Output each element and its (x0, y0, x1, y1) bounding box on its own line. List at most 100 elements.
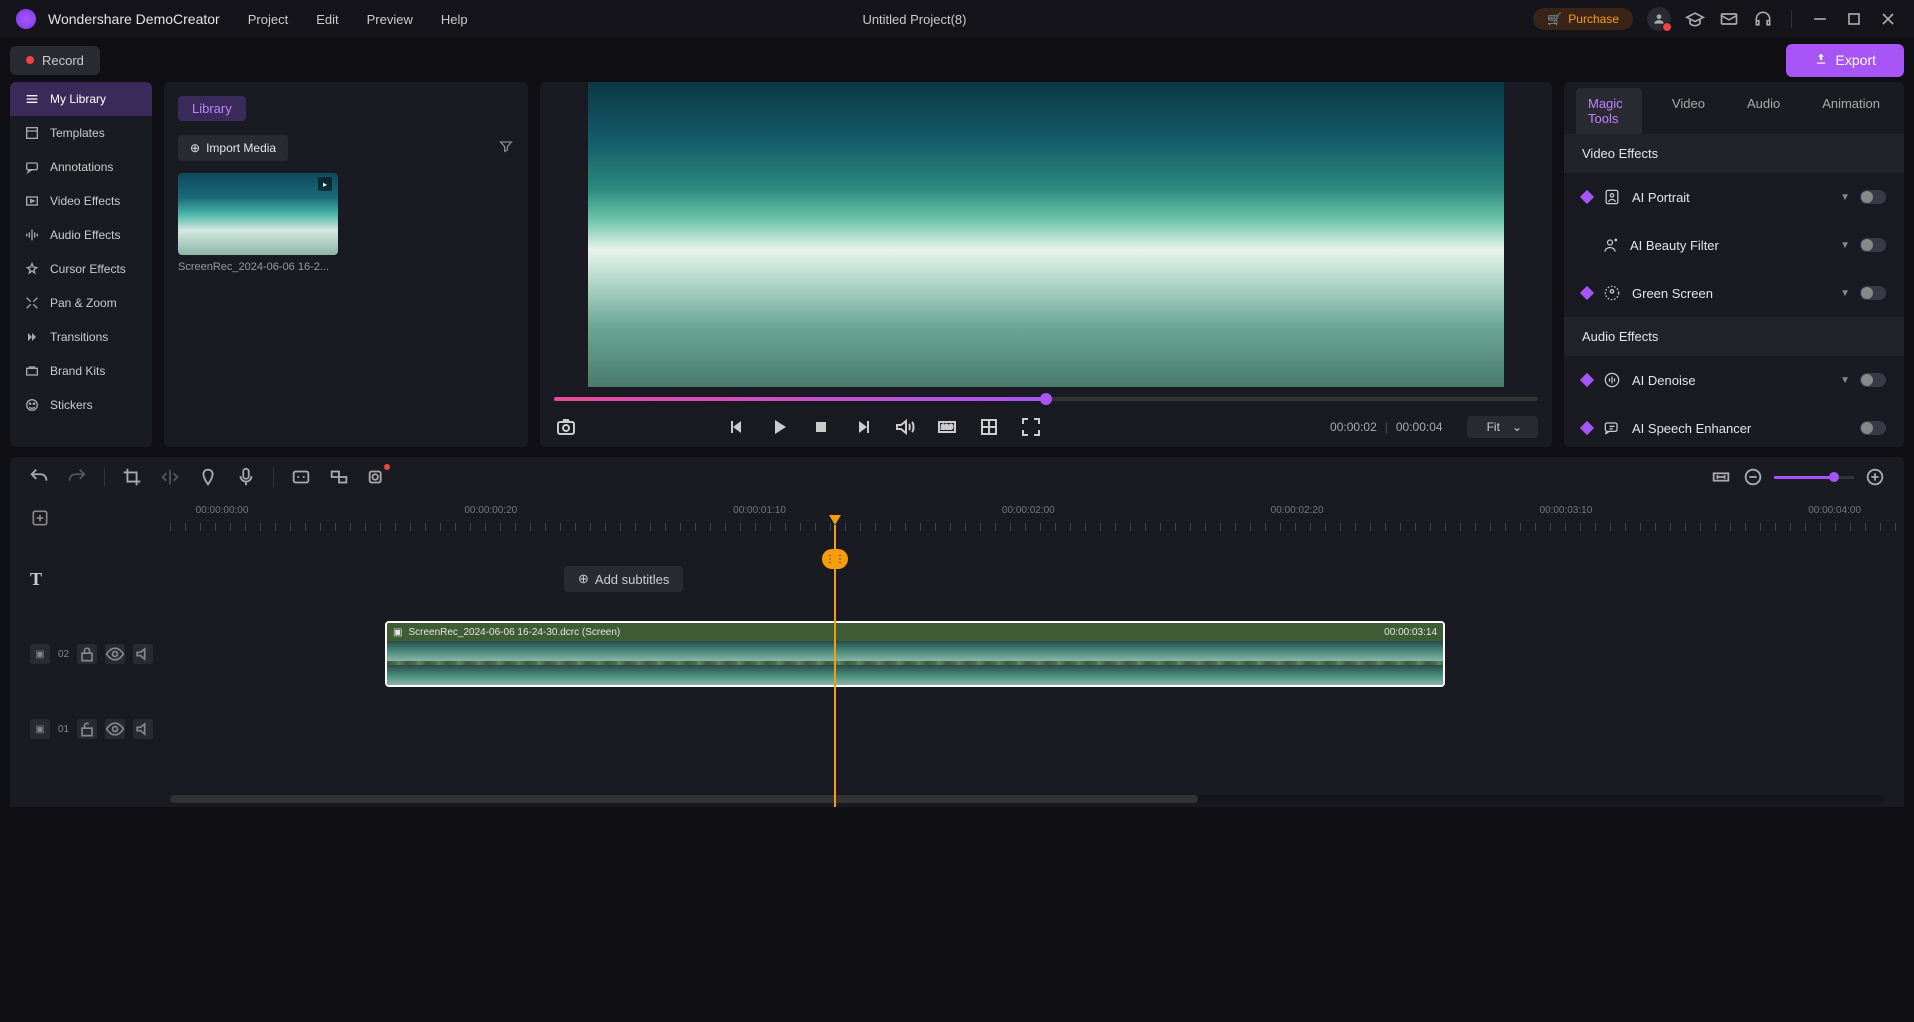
top-toolbar: Record Export (0, 38, 1914, 82)
properties-panel: Magic Tools Video Audio Animation Video … (1564, 82, 1904, 447)
add-track-icon[interactable] (30, 508, 50, 528)
menu-edit[interactable]: Edit (316, 12, 338, 27)
plus-icon: ⊕ (578, 571, 589, 587)
prev-frame-icon[interactable] (725, 415, 749, 439)
volume-icon[interactable] (893, 415, 917, 439)
zoom-in-icon[interactable] (1864, 466, 1886, 488)
prop-green-screen[interactable]: Green Screen ▼ (1564, 269, 1904, 317)
crop-icon[interactable] (121, 466, 143, 488)
undo-icon[interactable] (28, 466, 50, 488)
user-avatar[interactable] (1647, 7, 1671, 31)
timeline-toolbar (10, 457, 1904, 497)
fullscreen-icon[interactable] (1019, 415, 1043, 439)
eye-icon[interactable] (105, 719, 125, 739)
close-icon[interactable] (1878, 9, 1898, 29)
headset-icon[interactable] (1753, 9, 1773, 29)
unlock-icon[interactable] (77, 719, 97, 739)
maximize-icon[interactable] (1844, 9, 1864, 29)
sidebar: My Library Templates Annotations Video E… (10, 82, 152, 447)
eye-icon[interactable] (105, 644, 125, 664)
sidebar-item-label: Brand Kits (50, 364, 105, 378)
sidebar-item-brandkits[interactable]: Brand Kits (10, 354, 152, 388)
prop-ai-speech[interactable]: AI Speech Enhancer (1564, 404, 1904, 447)
sidebar-item-stickers[interactable]: Stickers (10, 388, 152, 422)
sidebar-item-label: Video Effects (50, 194, 120, 208)
preview-progress[interactable] (554, 397, 1538, 401)
preview-video[interactable] (588, 82, 1504, 387)
record-button[interactable]: Record (10, 46, 100, 75)
sidebar-item-templates[interactable]: Templates (10, 116, 152, 150)
split-icon[interactable] (159, 466, 181, 488)
group-icon[interactable] (328, 466, 350, 488)
zoom-slider[interactable] (1774, 476, 1854, 479)
menu-project[interactable]: Project (248, 12, 288, 27)
divider (104, 467, 105, 487)
timeline-clip[interactable]: ▣ ScreenRec_2024-06-06 16-24-30.dcrc (Sc… (385, 621, 1445, 687)
chevron-down-icon[interactable]: ▼ (1840, 375, 1850, 386)
redo-icon[interactable] (66, 466, 88, 488)
playhead[interactable]: ⋮⋮ (834, 525, 836, 807)
menu-help[interactable]: Help (441, 12, 468, 27)
menu-preview[interactable]: Preview (367, 12, 413, 27)
toggle-ai-beauty[interactable] (1860, 238, 1886, 252)
tab-magictools[interactable]: Magic Tools (1576, 88, 1642, 134)
templates-icon (24, 125, 40, 141)
sidebar-item-transitions[interactable]: Transitions (10, 320, 152, 354)
snapshot-icon[interactable] (554, 415, 578, 439)
play-icon[interactable] (767, 415, 791, 439)
sidebar-item-cursoreffects[interactable]: Cursor Effects (10, 252, 152, 286)
fit-dropdown[interactable]: Fit ⌄ (1467, 416, 1538, 438)
stop-icon[interactable] (809, 415, 833, 439)
tab-video[interactable]: Video (1660, 88, 1717, 134)
filter-icon[interactable] (498, 138, 514, 159)
sidebar-item-annotations[interactable]: Annotations (10, 150, 152, 184)
graduation-icon[interactable] (1685, 9, 1705, 29)
ruler[interactable]: 00:00:00:00 00:00:00:20 00:00:01:10 00:0… (170, 505, 1904, 531)
import-media-button[interactable]: ⊕ Import Media (178, 135, 288, 161)
mute-icon[interactable] (133, 644, 153, 664)
purchase-button[interactable]: 🛒 Purchase (1533, 8, 1633, 30)
sidebar-item-panzoom[interactable]: Pan & Zoom (10, 286, 152, 320)
app-logo-icon (16, 9, 36, 29)
transitions-icon (24, 329, 40, 345)
tab-audio[interactable]: Audio (1735, 88, 1792, 134)
lock-icon[interactable] (77, 644, 97, 664)
chevron-down-icon[interactable]: ▼ (1840, 240, 1850, 251)
sidebar-item-mylibrary[interactable]: My Library (10, 82, 152, 116)
prop-ai-denoise[interactable]: AI Denoise ▼ (1564, 356, 1904, 404)
chevron-down-icon[interactable]: ▼ (1840, 192, 1850, 203)
prop-ai-beauty[interactable]: AI Beauty Filter ▼ (1564, 221, 1904, 269)
marker-icon[interactable] (197, 466, 219, 488)
sidebar-item-audioeffects[interactable]: Audio Effects (10, 218, 152, 252)
mail-icon[interactable] (1719, 9, 1739, 29)
toggle-ai-speech[interactable] (1860, 421, 1886, 435)
sidebar-item-videoeffects[interactable]: Video Effects (10, 184, 152, 218)
chevron-down-icon[interactable]: ▼ (1840, 288, 1850, 299)
aspect-icon[interactable]: 16:9 (935, 415, 959, 439)
video-track-icon: ▣ (30, 719, 50, 739)
toggle-green-screen[interactable] (1860, 286, 1886, 300)
timeline-scrollbar[interactable] (170, 795, 1884, 803)
media-item[interactable]: ScreenRec_2024-06-06 16-2... (178, 173, 338, 273)
caption-icon[interactable] (290, 466, 312, 488)
toggle-ai-portrait[interactable] (1860, 190, 1886, 204)
grid-icon[interactable] (977, 415, 1001, 439)
zoom-out-icon[interactable] (1742, 466, 1764, 488)
track-number: 01 (58, 724, 69, 735)
next-frame-icon[interactable] (851, 415, 875, 439)
export-button[interactable]: Export (1786, 44, 1904, 77)
playhead-badge[interactable]: ⋮⋮ (822, 549, 848, 569)
tab-animation[interactable]: Animation (1810, 88, 1892, 134)
mic-icon[interactable] (235, 466, 257, 488)
prop-ai-portrait[interactable]: AI Portrait ▼ (1564, 173, 1904, 221)
record-tl-icon[interactable] (366, 466, 388, 488)
add-subtitles-button[interactable]: ⊕ Add subtitles (564, 566, 683, 592)
toggle-ai-denoise[interactable] (1860, 373, 1886, 387)
timeline[interactable]: 00:00:00:00 00:00:00:20 00:00:01:10 00:0… (10, 497, 1904, 807)
minimize-icon[interactable] (1810, 9, 1830, 29)
mute-icon[interactable] (133, 719, 153, 739)
text-track-icon: T (30, 569, 54, 590)
media-name: ScreenRec_2024-06-06 16-2... (178, 261, 338, 273)
library-badge[interactable]: Library (178, 96, 246, 121)
fit-timeline-icon[interactable] (1710, 466, 1732, 488)
